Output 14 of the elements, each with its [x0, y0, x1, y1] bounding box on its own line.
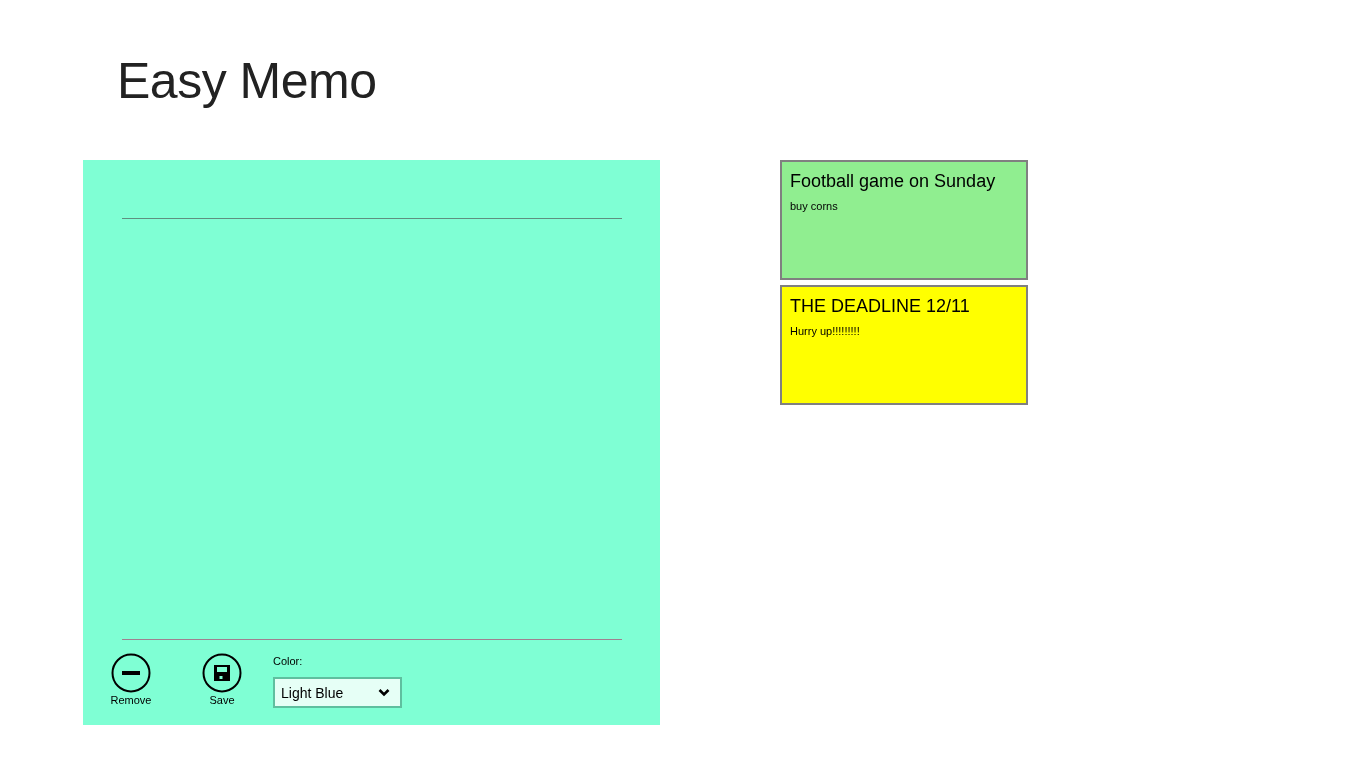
- color-label: Color:: [273, 654, 304, 668]
- memo-title: Football game on Sunday: [790, 170, 997, 192]
- floppy-disk-circle-icon: [202, 653, 242, 693]
- memo-title: THE DEADLINE 12/11: [790, 295, 971, 317]
- app-title: Easy Memo: [117, 52, 377, 110]
- memo-card[interactable]: Football game on Sunday buy corns: [780, 160, 1028, 280]
- save-button[interactable]: Save: [198, 653, 246, 707]
- minus-circle-icon: [111, 653, 151, 693]
- memo-card[interactable]: THE DEADLINE 12/11 Hurry up!!!!!!!!!: [780, 285, 1028, 405]
- chevron-down-icon: [378, 688, 390, 697]
- memo-body: Hurry up!!!!!!!!!: [790, 324, 861, 338]
- memo-body: buy corns: [790, 199, 839, 213]
- color-dropdown[interactable]: Light Blue: [273, 677, 402, 708]
- remove-button[interactable]: Remove: [107, 653, 155, 707]
